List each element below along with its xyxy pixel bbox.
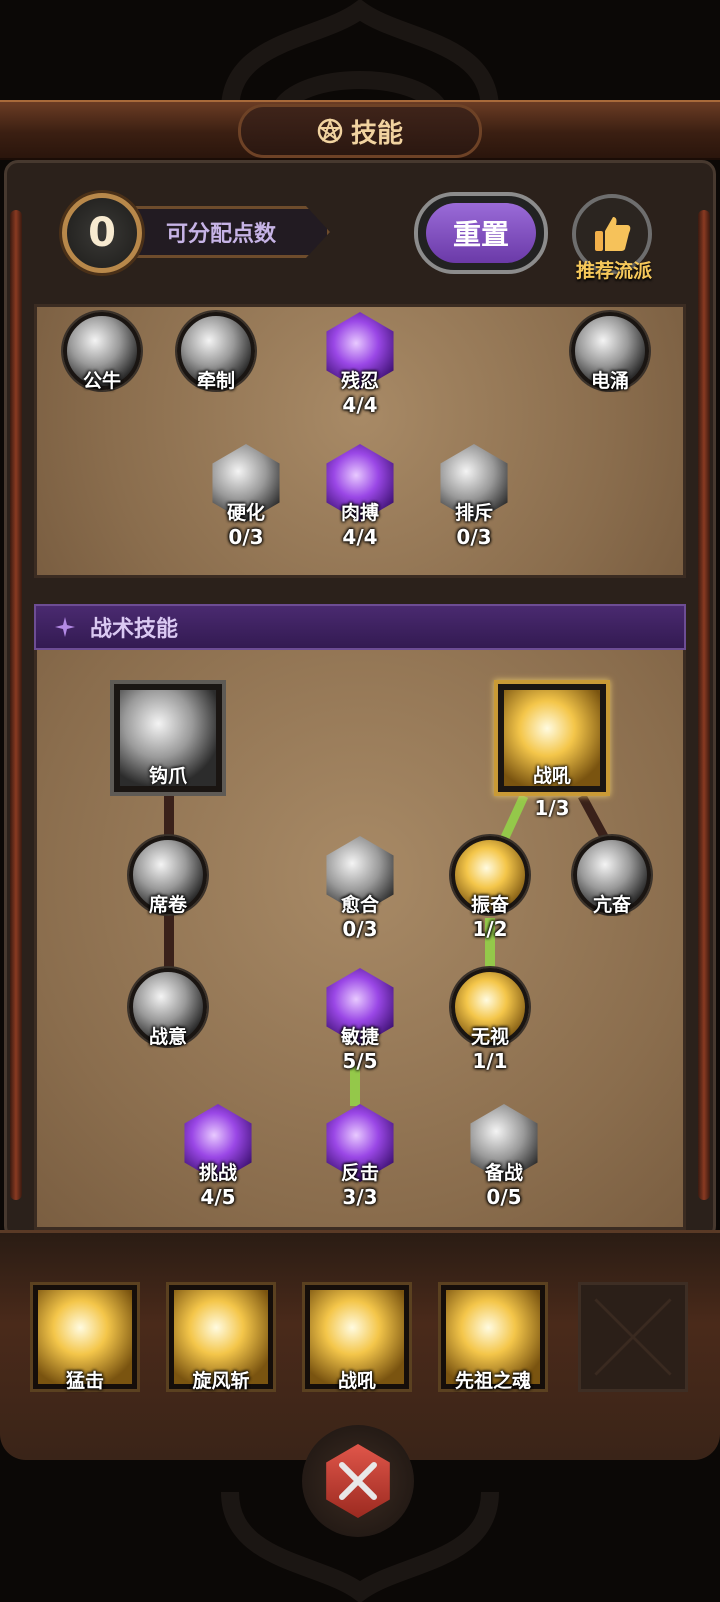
skill-count: 1/1 (472, 1049, 508, 1073)
close-button[interactable] (302, 1425, 414, 1537)
skill-name: 振奋 (470, 894, 509, 916)
pentagram-icon (317, 118, 343, 144)
equipped-slot-2[interactable]: 旋风斩 (166, 1282, 276, 1392)
skill-count: 4/4 (342, 525, 378, 549)
skill-node-paichi[interactable]: 排斥 0/3 (432, 444, 516, 549)
equipped-slot-empty[interactable] (578, 1282, 688, 1392)
skill-node-fanji[interactable]: 反击 3/3 (318, 1104, 402, 1209)
skill-points-counter: 0 (62, 193, 142, 273)
skill-count: 0/3 (342, 917, 378, 941)
skill-name: 肉搏 (340, 502, 379, 524)
empty-slot-icon (594, 1298, 672, 1376)
skill-node-minjie[interactable]: 敏捷 5/5 (318, 968, 402, 1073)
skill-name: 残忍 (340, 370, 379, 392)
skill-name: 挑战 (198, 1162, 237, 1184)
skill-count: 0/3 (228, 525, 264, 549)
right-rail (698, 210, 710, 1200)
skill-node-yinghua[interactable]: 硬化 0/3 (204, 444, 288, 549)
link-hook-xijuan (164, 796, 174, 838)
skill-name: 无视 (470, 1026, 509, 1048)
star-icon (55, 617, 75, 637)
top-ornament (221, 0, 499, 110)
left-rail (10, 210, 22, 1200)
tactical-skills-title: 战术技能 (90, 617, 179, 642)
skill-name: 反击 (340, 1162, 379, 1184)
skill-node-yuhe[interactable]: 愈合 0/3 (318, 836, 402, 941)
slot-label: 猛击 (65, 1370, 104, 1392)
equipped-slot-1[interactable]: 猛击 (30, 1282, 140, 1392)
skill-name: 牵制 (196, 370, 235, 392)
skill-node-gongniu[interactable]: 公牛 (60, 312, 144, 393)
skill-name: 电涌 (590, 370, 629, 392)
skill-count: 0/5 (486, 1185, 522, 1209)
slot-label: 战吼 (337, 1370, 376, 1392)
skill-name: 备战 (484, 1162, 523, 1184)
skill-name: 钩爪 (148, 765, 187, 787)
equipped-slot-4[interactable]: 先祖之魂 (438, 1282, 548, 1392)
skill-name: 亢奋 (592, 894, 631, 916)
skill-node-gouzhua[interactable]: 钩爪 (110, 680, 226, 796)
recommend-build-label: 推荐流派 (575, 260, 652, 282)
skill-name: 愈合 (340, 894, 379, 916)
tactical-skills-header: 战术技能 (34, 604, 686, 650)
skill-node-roubo[interactable]: 肉搏 4/4 (318, 444, 402, 549)
skill-name: 公牛 (82, 370, 121, 392)
close-icon (326, 1444, 390, 1518)
skill-node-zhenfen[interactable]: 振奋 1/2 (448, 836, 532, 941)
skill-count: 4/4 (342, 393, 378, 417)
title-plate: 技能 (238, 104, 482, 158)
skill-count: 3/3 (342, 1185, 378, 1209)
skill-name: 硬化 (226, 502, 265, 524)
slot-label: 先祖之魂 (454, 1370, 531, 1392)
skill-node-qianzhi[interactable]: 牵制 (174, 312, 258, 393)
skill-node-wushi[interactable]: 无视 1/1 (448, 968, 532, 1073)
skill-name: 排斥 (454, 502, 493, 524)
points-label: 可分配点数 (130, 206, 330, 258)
skill-name: 敏捷 (340, 1026, 379, 1048)
skill-node-kangfen[interactable]: 亢奋 (570, 836, 654, 917)
skill-node-zhanhou[interactable]: 战吼 (494, 680, 610, 796)
skill-name: 战意 (148, 1026, 187, 1048)
skill-count: 0/3 (456, 525, 492, 549)
skill-node-zhanyi[interactable]: 战意 (126, 968, 210, 1049)
slot-label: 旋风斩 (192, 1370, 250, 1392)
reset-button-label: 重置 (426, 203, 536, 263)
skill-node-canren[interactable]: 残忍 4/4 (318, 312, 402, 417)
equipped-slot-3[interactable]: 战吼 (302, 1282, 412, 1392)
skill-count: 1/2 (472, 917, 508, 941)
reset-button[interactable]: 重置 (414, 192, 548, 274)
skill-name: 席卷 (148, 894, 187, 916)
skill-node-dianyong[interactable]: 电涌 (568, 312, 652, 393)
skill-node-beizhan[interactable]: 备战 0/5 (462, 1104, 546, 1209)
link-xijuan-zhanyi (164, 910, 174, 970)
thumbs-up-icon (595, 217, 631, 251)
skill-name: 战吼 (532, 765, 571, 787)
skill-count: 4/5 (200, 1185, 236, 1209)
page-title: 技能 (350, 118, 403, 149)
skill-node-tiaozhan[interactable]: 挑战 4/5 (176, 1104, 260, 1209)
skill-node-xijuan[interactable]: 席卷 (126, 836, 210, 917)
skill-count: 5/5 (342, 1049, 378, 1073)
skill-count: 1/3 (534, 796, 570, 820)
